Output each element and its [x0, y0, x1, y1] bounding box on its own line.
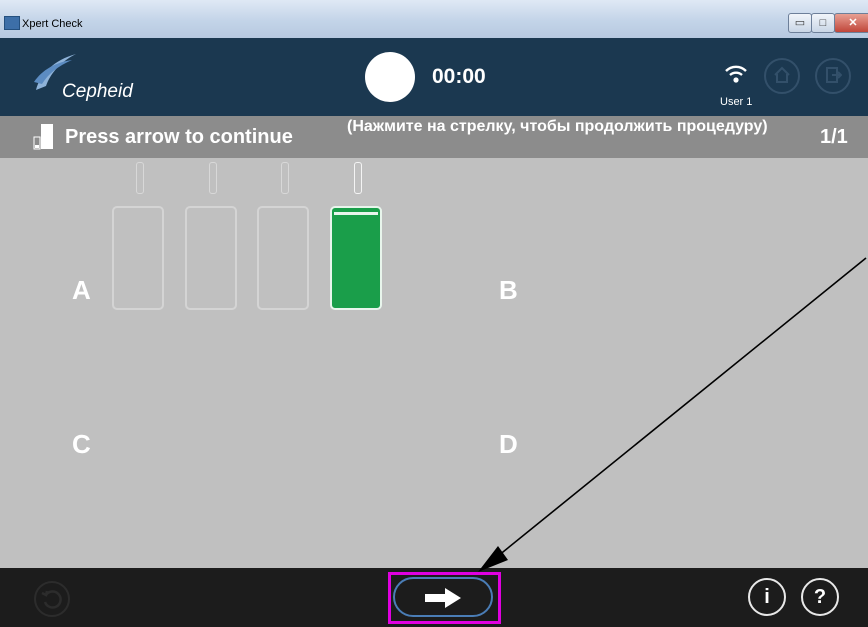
next-arrow-button[interactable]: [393, 577, 493, 617]
info-button[interactable]: i: [748, 578, 786, 616]
slot-indicator: [209, 162, 217, 194]
module-area: A B C D: [0, 158, 868, 568]
slot-indicator: [281, 162, 289, 194]
app-window-icon: [4, 16, 20, 30]
home-button[interactable]: [764, 58, 800, 94]
refresh-button: [34, 581, 70, 617]
close-button[interactable]: ✕: [834, 13, 868, 33]
slot-indicator: [354, 162, 362, 194]
run-status-indicator: [365, 52, 415, 102]
exit-icon: [826, 67, 842, 83]
slot-body: [330, 206, 382, 310]
cartridge-icon: [33, 124, 53, 150]
slot-body: [112, 206, 164, 310]
arrow-right-icon: [425, 588, 461, 608]
page-counter: 1/1: [820, 126, 848, 148]
home-icon: [774, 66, 790, 83]
user-label: User 1: [720, 96, 753, 108]
window-title: Xpert Check: [22, 18, 83, 30]
instruction-text: Press arrow to continue: [65, 126, 293, 148]
help-button[interactable]: ?: [801, 578, 839, 616]
slot-body: [257, 206, 309, 310]
logo-text: Cepheid: [62, 81, 133, 102]
instruction-bar: Press arrow to continue (Нажмите на стре…: [0, 116, 868, 158]
timer: 00:00: [432, 65, 486, 88]
module-label-c: C: [72, 429, 91, 459]
module-label-a: A: [72, 275, 91, 305]
maximize-button[interactable]: □: [811, 13, 835, 33]
module-label-b: B: [499, 275, 518, 305]
app-header: Cepheid 00:00 User 1: [0, 38, 868, 116]
minimize-button[interactable]: ▭: [788, 13, 812, 33]
window-title-bar: Xpert Check ▭ □ ✕: [0, 0, 868, 39]
wifi-icon: [725, 65, 747, 83]
slot-indicator: [136, 162, 144, 194]
refresh-icon: [41, 590, 62, 609]
module-label-d: D: [499, 429, 518, 459]
footer-bar: i ?: [0, 568, 868, 627]
slot-body: [185, 206, 237, 310]
exit-button[interactable]: [815, 58, 851, 94]
instruction-translation: (Нажмите на стрелку, чтобы продолжить пр…: [347, 118, 768, 135]
